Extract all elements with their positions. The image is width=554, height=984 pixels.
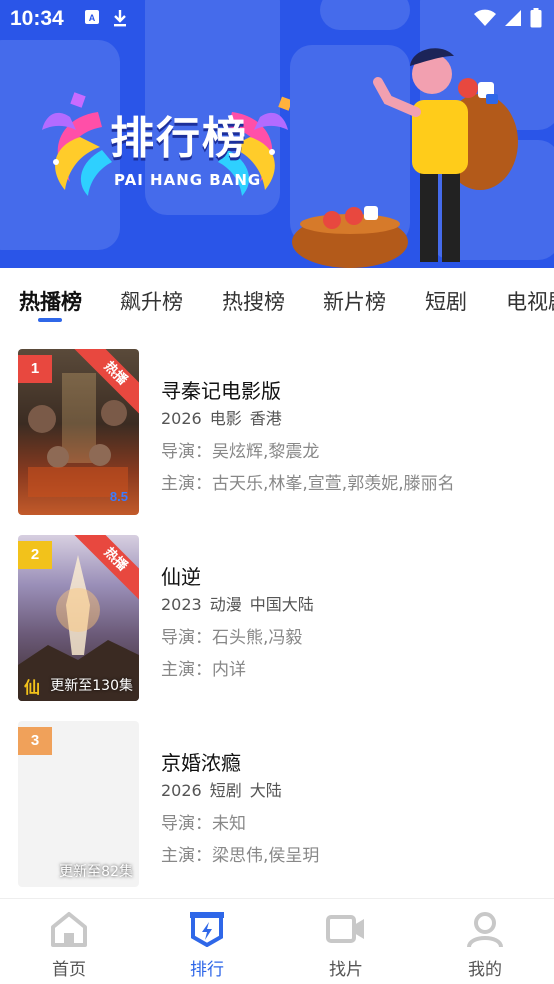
item-cast: 主演：古天乐,林峯,宣萱,郭羡妮,滕丽名: [161, 474, 455, 494]
item-year: 2026: [161, 781, 202, 800]
nav-ranking[interactable]: 排行: [138, 899, 276, 984]
video-camera-icon: [326, 915, 364, 943]
nav-home-label: 首页: [52, 960, 86, 980]
svg-text:A: A: [89, 13, 96, 23]
bottom-navigation: 首页 排行 找片 我的: [0, 898, 554, 984]
download-icon: [114, 10, 126, 27]
item-info: 2023 动漫 中国大陆: [161, 591, 314, 615]
home-icon: [51, 912, 87, 947]
list-item[interactable]: 3 更新至82集 京婚浓瘾 2026 短剧 大陆 导演：未知 主演：梁思伟,侯呈玥: [0, 721, 554, 887]
poster-image[interactable]: 仙 2 热播 更新至130集: [18, 535, 139, 701]
ranking-icon: [190, 912, 224, 947]
item-director: 导演：未知: [161, 814, 246, 834]
item-info: 2026 电影 香港: [161, 405, 282, 429]
list-item[interactable]: 仙 2 热播 更新至130集 仙逆 2023 动漫 中国大陆 导演：石头熊,冯毅 主…: [0, 535, 554, 701]
item-director: 导演：吴炫辉,黎震龙: [161, 442, 320, 462]
item-info: 2026 短剧 大陆: [161, 777, 282, 801]
list-item[interactable]: 8.5 1 热播 寻秦记电影版 2026 电影 香港 导演：吴炫辉,黎震龙 主演：古…: [0, 349, 554, 515]
nav-mine[interactable]: 我的: [416, 899, 554, 984]
nav-home[interactable]: 首页: [0, 899, 138, 984]
item-cast: 主演：内详: [161, 660, 246, 680]
item-title[interactable]: 寻秦记电影版: [161, 375, 281, 404]
episode-count: 更新至82集: [59, 864, 133, 880]
item-cast: 主演：梁思伟,侯呈玥: [161, 846, 320, 866]
item-year: 2023: [161, 595, 202, 614]
nav-find[interactable]: 找片: [277, 899, 415, 984]
episode-count: 更新至130集: [50, 678, 133, 694]
status-bar: 10:34 A: [0, 0, 554, 38]
svg-text:仙: 仙: [24, 678, 40, 697]
active-tab-indicator: [38, 318, 62, 322]
item-genre: 短剧: [209, 781, 242, 800]
poster-image[interactable]: 3 更新至82集: [18, 721, 139, 887]
item-region: 中国大陆: [249, 595, 314, 614]
signal-icon: [505, 10, 521, 26]
ranking-tabs: 热播榜 飙升榜 热搜榜 新片榜 短剧 电视剧: [0, 268, 554, 332]
poster-image[interactable]: 8.5 1 热播: [18, 349, 139, 515]
tab-rising[interactable]: 飙升榜: [120, 286, 183, 316]
item-genre: 动漫: [209, 595, 242, 614]
nav-find-label: 找片: [329, 960, 363, 980]
tab-new-release[interactable]: 新片榜: [323, 286, 386, 316]
tab-short-drama[interactable]: 短剧: [425, 286, 467, 316]
tab-hot-play[interactable]: 热播榜: [19, 286, 82, 316]
banner-title: 排行榜: [110, 113, 248, 164]
nav-ranking-label: 排行: [190, 960, 224, 980]
item-region: 香港: [249, 409, 282, 428]
item-year: 2026: [161, 409, 202, 428]
item-director: 导演：石头熊,冯毅: [161, 628, 303, 648]
character-illustration-icon: [292, 48, 518, 268]
item-title[interactable]: 仙逆: [161, 561, 201, 590]
keyboard-icon: A: [85, 10, 99, 24]
user-icon: [467, 912, 503, 948]
banner-title-art: 排行榜 PAI HANG BANG: [40, 92, 290, 202]
battery-icon: [530, 8, 542, 28]
ranking-banner: 10:34 A 排行榜 PAI HANG BANG: [0, 0, 554, 268]
item-genre: 电影: [209, 409, 242, 428]
tab-tv-series[interactable]: 电视剧: [506, 286, 554, 316]
wifi-icon: [474, 9, 496, 26]
item-title[interactable]: 京婚浓瘾: [161, 747, 241, 776]
banner-subtitle: PAI HANG BANG: [114, 171, 262, 189]
nav-mine-label: 我的: [468, 960, 502, 980]
rank-badge: 3: [18, 727, 52, 755]
tab-hot-search[interactable]: 热搜榜: [222, 286, 285, 316]
svg-text:8.5: 8.5: [110, 489, 128, 504]
rank-badge: 2: [18, 541, 52, 569]
rank-badge: 1: [18, 355, 52, 383]
status-time: 10:34: [10, 7, 64, 30]
item-region: 大陆: [249, 781, 282, 800]
